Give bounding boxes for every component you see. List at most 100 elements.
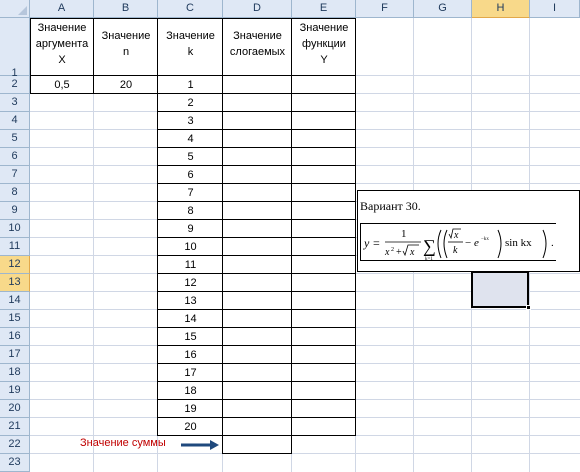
row-header-14[interactable]: 14 — [0, 292, 30, 310]
row-header-21[interactable]: 21 — [0, 418, 30, 436]
header-line: Значение — [37, 22, 87, 34]
column-header-i[interactable]: I — [530, 0, 580, 18]
column-header-h[interactable]: H — [472, 0, 530, 18]
table-border — [157, 345, 356, 346]
cell-k-value[interactable]: 11 — [158, 256, 223, 274]
table-border — [157, 201, 356, 202]
formula-k: k — [453, 245, 458, 256]
column-header-c[interactable]: C — [158, 0, 223, 18]
table-border — [157, 327, 356, 328]
spreadsheet-grid[interactable]: A B C D E F G H I 1 2 3 4 5 6 7 8 9 10 1… — [0, 0, 580, 472]
row-header-4[interactable]: 4 — [0, 112, 30, 130]
cell-b2-n-value[interactable]: 20 — [94, 76, 158, 94]
cell-k-value[interactable]: 18 — [158, 382, 223, 400]
row-header-6[interactable]: 6 — [0, 148, 30, 166]
header-line: k — [187, 46, 194, 58]
column-header-b[interactable]: B — [94, 0, 158, 18]
header-line: n — [122, 46, 130, 58]
row-header-11[interactable]: 11 — [0, 238, 30, 256]
table-border — [157, 18, 158, 436]
cell-k-value[interactable]: 17 — [158, 364, 223, 382]
cell-k-value[interactable]: 15 — [158, 328, 223, 346]
column-header-f[interactable]: F — [356, 0, 414, 18]
row-header-16[interactable]: 16 — [0, 328, 30, 346]
sum-label: Значение суммы — [80, 437, 166, 449]
row-header-3[interactable]: 3 — [0, 94, 30, 112]
formula-svg: y = 1 x 2 + x ∑ k=1 x k − e −kx sin kx . — [363, 228, 554, 262]
cell-k-value[interactable]: 20 — [158, 418, 223, 436]
row-header-10[interactable]: 10 — [0, 220, 30, 238]
cell-k-value[interactable]: 8 — [158, 202, 223, 220]
cell-k-value[interactable]: 1 — [158, 76, 223, 94]
formula-minus: − — [465, 237, 471, 249]
cell-a2-x-value[interactable]: 0,5 — [30, 76, 94, 94]
row-header-18[interactable]: 18 — [0, 364, 30, 382]
header-line: X — [58, 54, 66, 66]
row-header-8[interactable]: 8 — [0, 184, 30, 202]
table-border — [355, 18, 356, 436]
header-terms[interactable]: Значение слогаемых — [223, 28, 292, 60]
formula-x-num: x — [453, 230, 459, 241]
column-header-g[interactable]: G — [414, 0, 472, 18]
header-line: Y — [320, 54, 328, 66]
cell-k-value[interactable]: 12 — [158, 274, 223, 292]
column-header-e[interactable]: E — [292, 0, 356, 18]
cell-k-value[interactable]: 9 — [158, 220, 223, 238]
cell-k-value[interactable]: 19 — [158, 400, 223, 418]
table-border — [157, 417, 356, 418]
cell-k-value[interactable]: 3 — [158, 112, 223, 130]
header-line: Значение — [101, 30, 151, 42]
cell-k-value[interactable]: 14 — [158, 310, 223, 328]
row-header-15[interactable]: 15 — [0, 310, 30, 328]
formula-x-denominator: x — [384, 247, 390, 258]
cell-k-value[interactable]: 10 — [158, 238, 223, 256]
row-header-1[interactable]: 1 — [0, 18, 30, 79]
row-header-12[interactable]: 12 — [0, 256, 30, 274]
table-border — [222, 18, 223, 454]
row-header-7[interactable]: 7 — [0, 166, 30, 184]
row-header-13[interactable]: 13 — [0, 274, 30, 292]
cell-k-value[interactable]: 7 — [158, 184, 223, 202]
formula-x-root: x — [409, 247, 415, 258]
row-header-19[interactable]: 19 — [0, 382, 30, 400]
header-argument-x[interactable]: Значение аргумента X — [30, 20, 94, 68]
row-header-22[interactable]: 22 — [0, 436, 30, 454]
row-header-20[interactable]: 20 — [0, 400, 30, 418]
header-k[interactable]: Значение k — [158, 28, 223, 60]
gridline — [30, 453, 580, 454]
row-header-23[interactable]: 23 — [0, 454, 30, 472]
table-border — [291, 435, 292, 454]
fill-handle[interactable] — [526, 305, 531, 310]
table-border — [30, 18, 31, 94]
formula-y: y — [363, 236, 370, 250]
column-header-d[interactable]: D — [223, 0, 292, 18]
row-header-5[interactable]: 5 — [0, 130, 30, 148]
header-function-y[interactable]: Значение функции Y — [292, 20, 356, 68]
cell-k-value[interactable]: 5 — [158, 148, 223, 166]
formula-dot: . — [551, 237, 554, 249]
active-cell-selection[interactable] — [471, 271, 529, 308]
formula-sigma: ∑ — [423, 236, 436, 256]
cell-k-value[interactable]: 6 — [158, 166, 223, 184]
cell-k-value[interactable]: 13 — [158, 292, 223, 310]
table-border — [157, 381, 356, 382]
row-header-2[interactable]: 2 — [0, 76, 30, 94]
cell-k-value[interactable]: 2 — [158, 94, 223, 112]
cell-k-value[interactable]: 16 — [158, 346, 223, 364]
table-border — [291, 18, 292, 436]
table-border — [157, 147, 356, 148]
formula-sin: sin kx — [505, 237, 532, 249]
header-n[interactable]: Значение n — [94, 28, 158, 60]
header-line: Значение — [166, 30, 215, 42]
column-header-a[interactable]: A — [30, 0, 94, 18]
select-all-corner[interactable] — [0, 0, 30, 18]
row-header-9[interactable]: 9 — [0, 202, 30, 220]
formula-exponent: −kx — [481, 237, 489, 242]
table-border — [30, 18, 356, 19]
cell-k-value[interactable]: 4 — [158, 130, 223, 148]
table-border — [157, 183, 356, 184]
formula-image[interactable]: Вариант 30. y = 1 x 2 + x ∑ k=1 x k − e … — [357, 190, 580, 272]
row-header-17[interactable]: 17 — [0, 346, 30, 364]
formula-eq-sign: = — [373, 236, 380, 250]
header-line: Значение — [299, 22, 349, 34]
